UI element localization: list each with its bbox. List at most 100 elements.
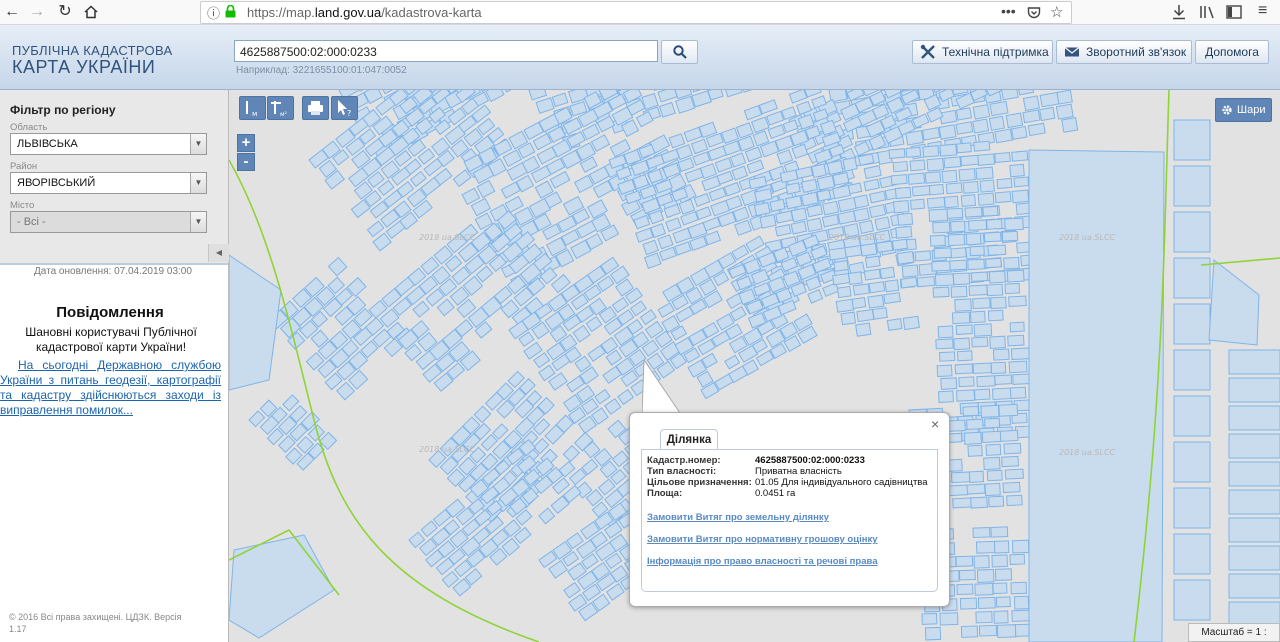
search-button[interactable] [661,40,698,64]
chevron-down-icon[interactable]: ▼ [190,173,206,193]
layers-button[interactable]: Шари [1215,98,1272,122]
home-icon[interactable] [81,2,101,22]
parcel [863,268,882,281]
identify-button[interactable]: ? [331,96,358,120]
parcel [986,283,1004,297]
page-actions-icon[interactable]: ••• [1001,3,1016,19]
region-select[interactable]: ЛЬВІВСЬКА ▼ [10,133,207,155]
parcel [739,90,761,93]
parcel [806,217,823,233]
tab-parcel[interactable]: Ділянка [660,429,718,450]
parcel [976,375,996,388]
parcel [950,285,968,298]
parcel [248,410,266,428]
parcel [826,159,844,176]
parcel [464,568,483,586]
feedback-button[interactable]: Зворотний зв'язок [1056,40,1192,64]
parcel [985,443,1002,456]
order-valuation-extract-link[interactable]: Замовити Витяг про нормативну грошову оц… [647,534,878,545]
ownership-info-link[interactable]: Інформація про право власності та речові… [647,556,878,567]
parcel [869,190,887,204]
parcel [1017,90,1035,96]
parcel [907,172,926,185]
parcel [914,250,932,262]
print-button[interactable] [302,96,329,120]
zoom-in-button[interactable]: + [237,134,255,152]
parcel [970,496,988,509]
district-select[interactable]: ЯВОРІВСЬКИЙ ▼ [10,172,207,194]
notice-link[interactable]: На сьогодні Державною службою України з … [0,358,221,418]
forward-arrow-icon[interactable]: → [27,2,47,22]
parcel [996,624,1017,639]
parcel [1003,256,1020,270]
parcel [941,169,958,184]
parcel [955,555,974,567]
parcel [894,186,912,200]
collapse-panel-button[interactable]: ◀ [208,244,229,262]
cadastral-map[interactable]: 2018 ua.SLCC 2018 ua.SLCC 2018 ua.SLCC 2… [229,90,1280,642]
parcel [954,298,972,312]
parcel [886,318,903,331]
parcel [863,165,882,180]
pocket-icon[interactable] [1027,3,1041,23]
measure-area-button[interactable]: м² [267,96,294,120]
parcel [504,195,524,214]
parcel [658,246,677,262]
zoom-out-button[interactable]: - [237,153,255,171]
parcel [832,184,852,200]
parcel [336,381,355,401]
parcel [1061,117,1079,133]
close-icon[interactable]: × [931,416,939,432]
logo-line1[interactable]: ПУБЛІЧНА КАДАСТРОВА [12,43,172,58]
parcel [946,207,964,219]
help-button[interactable]: Допомога [1195,40,1269,64]
order-parcel-extract-link[interactable]: Замовити Витяг про земельну ділянку [647,512,829,523]
parcel [902,315,920,331]
parcel [896,250,915,265]
parcel [746,159,765,174]
parcel [980,404,1000,418]
parcel [948,484,969,497]
large-parcel [1208,259,1260,346]
logo-line2[interactable]: КАРТА УКРАЇНИ [12,57,155,78]
parcel [732,206,750,223]
parcel [984,482,1001,497]
library-icon[interactable] [1199,2,1217,24]
parcel [1228,545,1280,571]
city-select[interactable]: - Всі - ▼ [10,211,207,233]
parcel [868,203,887,219]
parcel [1012,373,1032,385]
measure-length-button[interactable]: м [239,96,266,120]
chevron-down-icon[interactable]: ▼ [190,212,206,232]
url-bar[interactable]: ⓘ https://map.land.gov.ua/kadastrova-kar… [200,1,1072,24]
parcel [420,520,438,538]
sidebar-icon[interactable] [1226,2,1242,23]
parcel [994,191,1012,204]
reload-icon[interactable]: ↻ [55,2,75,22]
parcel [978,624,998,637]
parcel [790,220,808,235]
large-parcel [1028,149,1165,642]
parcel [1006,494,1023,507]
cadastral-search-input[interactable]: 4625887500:02:000:0233 [234,40,658,62]
chevron-down-icon[interactable]: ▼ [190,134,206,154]
district-label: Район [10,161,38,172]
parcel [909,159,926,172]
tech-support-button[interactable]: Технічна підтримка [912,40,1053,64]
parcel [976,568,995,583]
info-icon[interactable]: ⓘ [207,3,220,22]
menu-icon[interactable]: ≡ [1258,2,1267,20]
parcel [708,187,727,202]
download-icon[interactable] [1172,2,1186,24]
parcel [500,90,523,93]
parcel [922,145,940,158]
back-arrow-icon[interactable]: ← [2,2,22,22]
parcel [962,405,980,417]
parcel [822,200,840,216]
gear-icon [1222,105,1232,115]
parcel [948,419,966,432]
parcel [952,272,971,286]
parcel [992,582,1008,595]
parcel [962,180,980,194]
bookmark-star-icon[interactable]: ☆ [1050,3,1063,21]
